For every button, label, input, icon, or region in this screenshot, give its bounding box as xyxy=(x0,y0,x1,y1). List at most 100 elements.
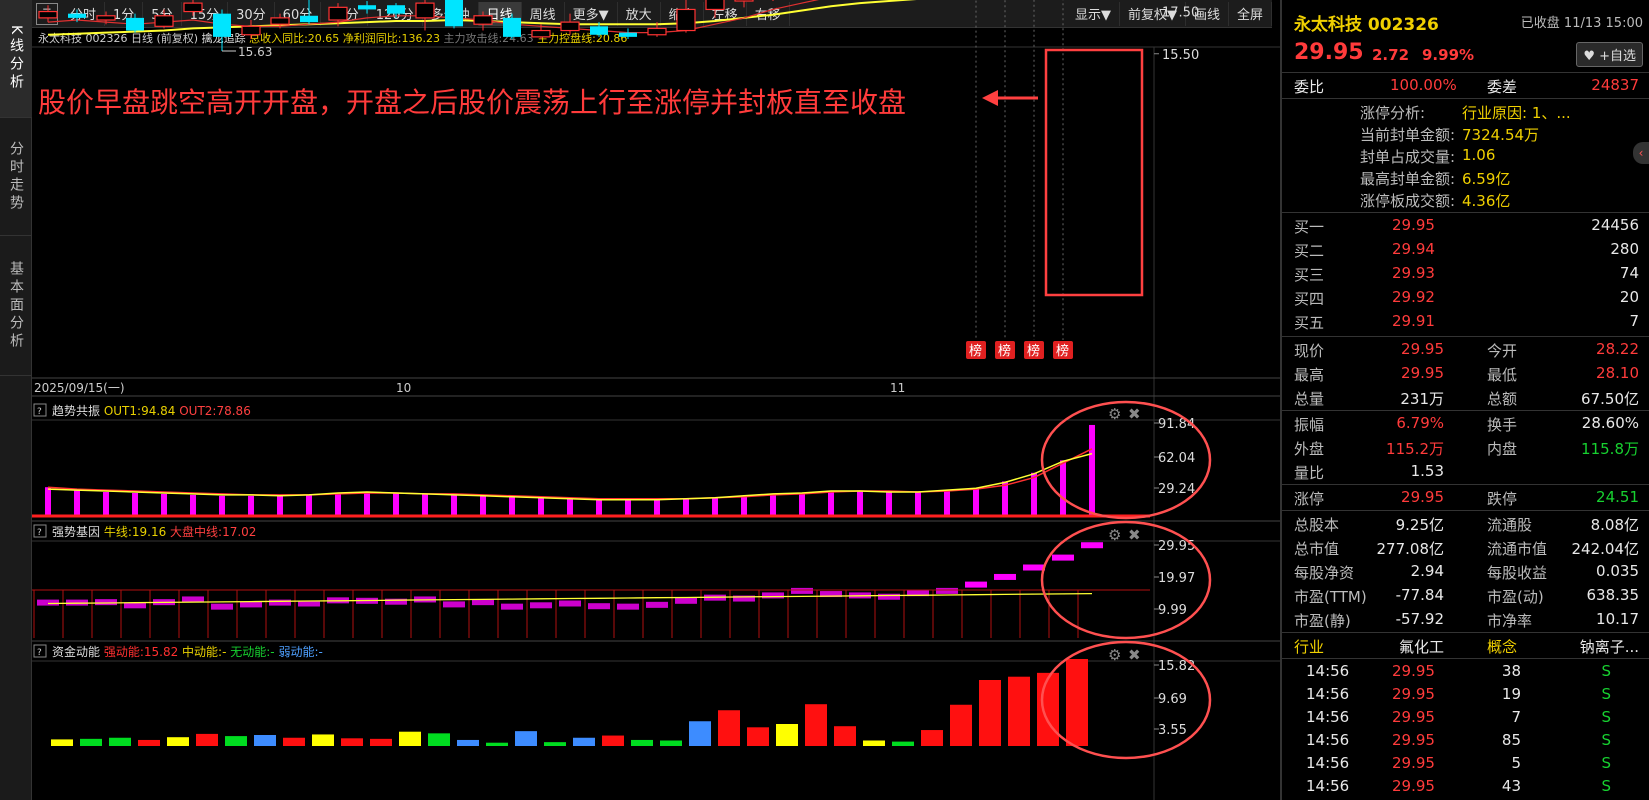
stat-row: 总市值 277.08亿 流通市值 242.04亿 xyxy=(1282,536,1649,560)
bang-badge[interactable]: 榜 xyxy=(1053,341,1073,359)
candle[interactable] xyxy=(358,1,376,14)
bang-badge[interactable]: 榜 xyxy=(1024,341,1044,359)
candle[interactable] xyxy=(300,0,318,25)
svg-text:趋势共振 OUT1:94.84 OUT2:78.86: 趋势共振 OUT1:94.84 OUT2:78.86 xyxy=(52,404,251,418)
industry-value: 氟化工 xyxy=(1398,638,1444,656)
fund-bar xyxy=(921,730,943,746)
trend-bar xyxy=(538,497,544,516)
trend-bar xyxy=(712,497,718,516)
trend-bar xyxy=(306,494,312,516)
stat-value: 29.95 xyxy=(1401,340,1444,358)
candle[interactable] xyxy=(415,0,435,31)
bid-row: 买五 29.91 7 xyxy=(1282,310,1649,334)
tick-volume: 85 xyxy=(1501,731,1521,749)
trend-bar xyxy=(509,496,515,516)
concept-label: 概念 xyxy=(1487,638,1518,656)
candle[interactable] xyxy=(676,0,696,33)
tick-side: S xyxy=(1601,708,1611,726)
fund-bar xyxy=(979,680,1001,746)
bid-price: 29.94 xyxy=(1392,240,1435,258)
tab-intraday[interactable]: 分时走势 xyxy=(0,118,32,236)
stock-title: 永太科技 002326 xyxy=(1294,15,1439,35)
stat-value: 2.94 xyxy=(1410,562,1444,580)
trend-bar xyxy=(625,499,631,516)
sub-tick: 9.99 xyxy=(1158,603,1187,618)
fund-bar xyxy=(747,727,769,746)
candle[interactable] xyxy=(705,0,725,18)
tick-time: 14:56 xyxy=(1306,731,1350,749)
trend-bar xyxy=(422,493,428,516)
bid-volume: 24456 xyxy=(1591,216,1639,234)
candle[interactable] xyxy=(764,0,782,1)
stat-label: 总额 xyxy=(1487,390,1518,408)
fund-bar xyxy=(399,731,421,746)
bang-badge[interactable]: 榜 xyxy=(966,341,986,359)
trade-tick-row: 14:56 29.95 7 S xyxy=(1282,706,1649,729)
tick-time: 14:56 xyxy=(1306,777,1350,795)
limit-info-row: 最高封单金额: 6.59亿 xyxy=(1282,166,1649,188)
trend-bar xyxy=(1060,460,1066,516)
limit-up-value: 29.95 xyxy=(1401,488,1444,506)
svg-text:榜: 榜 xyxy=(1056,343,1069,359)
gene-bar xyxy=(1052,554,1074,561)
svg-text:?: ? xyxy=(37,407,42,417)
bid-row: 买三 29.93 74 xyxy=(1282,262,1649,286)
candle[interactable] xyxy=(126,13,144,33)
kline-chart[interactable]: 永太科技 002326 日线 (前复权) 擒龙追踪 总收入同比:20.65 净利… xyxy=(32,0,1280,800)
tick-volume: 19 xyxy=(1501,685,1521,703)
stat-value: 28.10 xyxy=(1596,364,1639,382)
tick-time: 14:56 xyxy=(1306,754,1350,772)
candle[interactable] xyxy=(38,5,58,23)
industry-label: 行业 xyxy=(1294,638,1325,656)
candle[interactable] xyxy=(503,13,521,39)
fund-bar xyxy=(109,737,131,746)
gene-bar xyxy=(878,593,900,600)
market-status: 已收盘 11/13 15:00 xyxy=(1520,16,1643,31)
gene-bar xyxy=(1081,542,1103,549)
svg-text:资金动能 强动能:15.82 中动能:- 无动能:- 弱动能: 资金动能 强动能:15.82 中动能:- 无动能:- 弱动能:- xyxy=(52,644,323,659)
fund-bar xyxy=(776,724,798,746)
fund-bar xyxy=(486,742,508,746)
limit-key: 封单占成交量: xyxy=(1360,148,1456,166)
gene-bar xyxy=(762,592,784,599)
tab-fundamentals[interactable]: 基本面分析 xyxy=(0,236,32,376)
trend-bar xyxy=(451,494,457,516)
candle[interactable] xyxy=(473,11,493,31)
stat-value: 277.08亿 xyxy=(1376,540,1445,558)
candle[interactable] xyxy=(734,0,754,8)
tab-kline-analysis[interactable]: K线分析 xyxy=(0,0,32,118)
stat-value: 115.2万 xyxy=(1386,440,1444,458)
trend-bar xyxy=(886,492,892,516)
weicha-value: 24837 xyxy=(1591,76,1639,94)
bid-volume: 20 xyxy=(1619,288,1639,306)
candle[interactable] xyxy=(154,9,174,29)
fund-bar xyxy=(805,704,827,746)
tick-price: 29.95 xyxy=(1392,731,1435,749)
bid-price: 29.92 xyxy=(1392,288,1435,306)
fund-bar xyxy=(689,721,711,746)
stat-label: 市盈(TTM) xyxy=(1294,588,1367,606)
fund-bar xyxy=(660,740,682,746)
stat-value: 0.035 xyxy=(1596,562,1639,580)
gene-bar xyxy=(994,573,1016,580)
stat-row: 每股净资 2.94 每股收益 0.035 xyxy=(1282,560,1649,584)
bang-badge[interactable]: 榜 xyxy=(995,341,1015,359)
tick-volume: 43 xyxy=(1501,777,1521,795)
trend-bar xyxy=(132,492,138,516)
limit-key: 涨停板成交额: xyxy=(1360,192,1456,210)
stat-label: 总量 xyxy=(1294,390,1325,408)
fund-bar xyxy=(544,742,566,746)
fund-bar xyxy=(370,738,392,746)
fund-bar xyxy=(573,737,595,746)
collapse-arrow-icon[interactable]: ‹ xyxy=(1633,142,1649,164)
subchart-header: ? 资金动能 强动能:15.82 中动能:- 无动能:- 弱动能:- xyxy=(33,644,323,659)
candle[interactable] xyxy=(183,0,203,16)
stat-label: 总股本 xyxy=(1294,516,1340,534)
trade-tick-row: 14:56 29.95 5 S xyxy=(1282,752,1649,775)
tick-side: S xyxy=(1601,754,1611,772)
stat-label: 市盈(动) xyxy=(1487,588,1544,606)
add-watchlist-button[interactable]: ♥ +自选 xyxy=(1576,42,1643,67)
bid-label: 买二 xyxy=(1294,242,1325,260)
candle[interactable] xyxy=(445,0,463,29)
stat-label: 每股收益 xyxy=(1487,564,1548,582)
